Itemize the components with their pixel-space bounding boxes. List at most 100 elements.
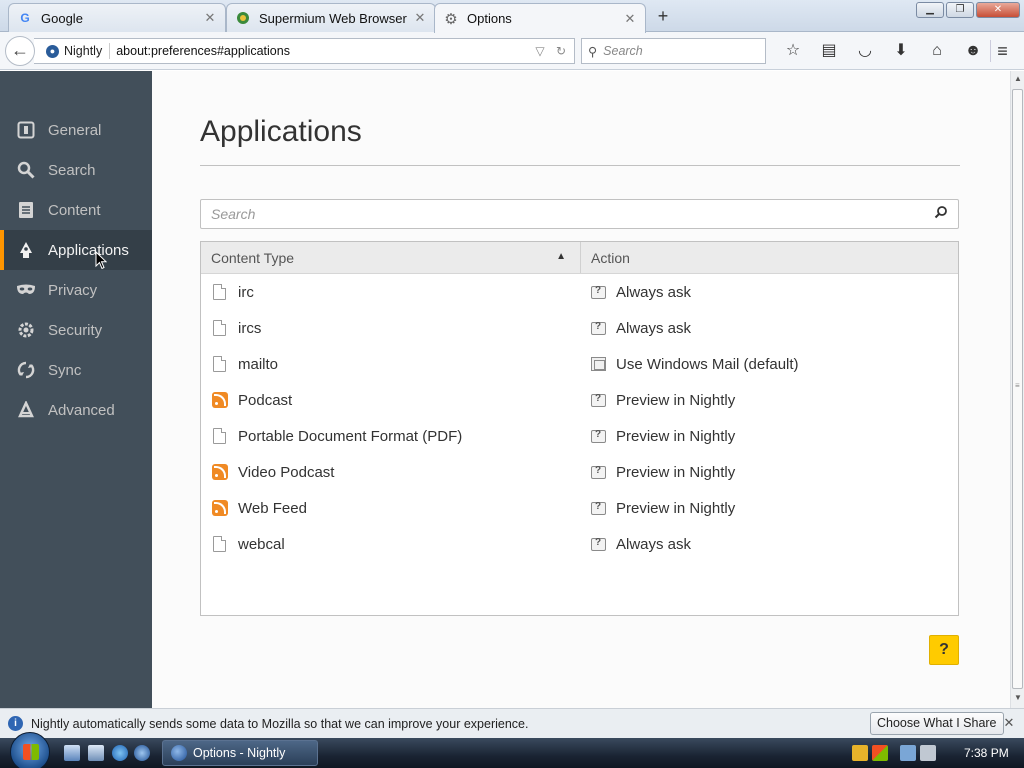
vertical-scrollbar[interactable]: ▲ ≡ ▼ [1010,71,1024,708]
action-value[interactable]: Always ask [616,320,691,337]
taskbar-window-button[interactable]: Options - Nightly [162,740,318,766]
action-value[interactable]: Preview in Nightly [616,392,735,409]
feed-icon [212,392,228,408]
tab-label: Google [41,10,83,26]
volume-muted-icon[interactable] [920,745,936,761]
show-desktop-icon[interactable] [64,745,80,761]
url-bar[interactable]: ● Nightly about:preferences#applications… [34,38,575,64]
table-row[interactable]: irc Always ask [201,274,958,310]
network-icon[interactable] [900,745,916,761]
internet-explorer-icon[interactable] [112,745,128,761]
site-identity[interactable]: ● Nightly [40,43,111,59]
column-header-content-type[interactable]: Content Type ▲ [201,242,581,273]
table-row[interactable]: Portable Document Format (PDF) Preview i… [201,418,958,454]
window-close-button[interactable]: ✕ [976,2,1020,18]
clock[interactable]: 7:38 PM [964,746,1009,760]
action-value[interactable]: Always ask [616,536,691,553]
content-type: Video Podcast [238,463,335,481]
supermium-icon [235,10,251,26]
content-type: webcal [238,535,285,553]
url-input[interactable]: about:preferences#applications [110,44,532,58]
scroll-down-icon[interactable]: ▼ [1011,690,1024,706]
tab-options[interactable]: ⚙ Options ✕ [434,3,646,33]
action-value[interactable]: Preview in Nightly [616,464,735,481]
ask-icon [591,501,606,515]
bookmark-star-icon[interactable]: ☆ [775,40,811,62]
column-header-action[interactable]: Action [581,242,630,273]
home-icon[interactable]: ⌂ [919,40,955,62]
document-icon [213,536,226,552]
pocket-icon[interactable]: ◡ [847,40,883,62]
action-value[interactable]: Preview in Nightly [616,500,735,517]
minimize-button[interactable]: ▁ [916,2,944,18]
document-icon [213,356,226,372]
content-type: irc [238,283,254,301]
help-button[interactable]: ? [929,635,959,665]
hello-chat-icon[interactable]: ☻ [955,40,991,62]
scrollbar-thumb[interactable]: ≡ [1012,89,1023,689]
document-icon [213,320,226,336]
action-value[interactable]: Always ask [616,284,691,301]
sidebar-item-privacy[interactable]: Privacy [0,270,152,310]
content-type: Podcast [238,391,293,409]
switch-windows-icon[interactable] [88,745,104,761]
sidebar-item-label: Content [48,201,101,219]
shield-warning-icon[interactable] [852,745,868,761]
nightly-icon [171,745,187,761]
content-type: Portable Document Format (PDF) [238,427,463,445]
sidebar-item-applications[interactable]: Applications [0,230,152,270]
sidebar-item-general[interactable]: General [0,110,152,150]
table-row[interactable]: ircs Always ask [201,310,958,346]
maximize-button[interactable]: ❐ [946,2,974,18]
start-button[interactable] [10,732,50,768]
close-icon[interactable]: ✕ [203,10,217,26]
table-row[interactable]: Web Feed Preview in Nightly [201,490,958,526]
nightly-launcher-icon[interactable] [134,745,150,761]
search-placeholder: Search [603,44,643,58]
window-controls: ▁ ❐ ✕ [916,2,1020,18]
download-icon[interactable]: ⬇ [883,40,919,62]
close-icon[interactable]: ✕ [1002,715,1016,731]
windows-flag-icon[interactable] [872,745,888,761]
content-type: ircs [238,319,262,337]
table-row[interactable]: Podcast Preview in Nightly [201,382,958,418]
sidebar-item-search[interactable]: Search [0,150,152,190]
action-value[interactable]: Use Windows Mail (default) [616,356,799,373]
sidebar-item-content[interactable]: Content [0,190,152,230]
reading-list-icon[interactable]: ▤ [811,40,847,62]
sidebar-item-label: Privacy [48,281,98,299]
filter-search-input[interactable]: Search [200,199,959,229]
back-button[interactable]: ← [5,36,35,66]
content-icon [16,200,36,220]
close-icon[interactable]: ✕ [413,10,427,26]
table-row[interactable]: webcal Always ask [201,526,958,562]
document-icon [213,428,226,444]
sidebar-item-sync[interactable]: Sync [0,350,152,390]
hamburger-menu-icon[interactable]: ≡ [990,40,1014,62]
tab-google[interactable]: G Google ✕ [8,3,226,32]
action-value[interactable]: Preview in Nightly [616,428,735,445]
tab-label: Options [467,11,512,26]
sidebar-item-label: Advanced [48,401,115,419]
ask-icon [591,465,606,479]
dropdown-arrow-icon[interactable]: ▽ [532,44,548,58]
grip-icon: ≡ [1015,381,1020,390]
preferences-pane: Applications Search Content Type ▲ Actio… [152,71,1010,708]
tab-supermium[interactable]: Supermium Web Browser ✕ [226,3,436,32]
page-title: Applications [200,115,362,148]
document-icon [213,284,226,300]
table-row[interactable]: Video Podcast Preview in Nightly [201,454,958,490]
google-icon: G [20,11,30,25]
table-row[interactable]: mailto Use Windows Mail (default) [201,346,958,382]
new-tab-button[interactable]: + [652,6,674,28]
choose-what-i-share-button[interactable]: Choose What I Share [870,712,1004,735]
search-input[interactable]: ⚲ Search [581,38,766,64]
reload-icon[interactable]: ↻ [553,44,569,58]
sidebar-item-security[interactable]: Security [0,310,152,350]
close-icon[interactable]: ✕ [623,11,637,27]
scroll-up-icon[interactable]: ▲ [1011,71,1024,87]
categories-sidebar: General Search Content Applications Priv… [0,71,152,708]
system-tray [852,738,940,768]
sidebar-item-advanced[interactable]: Advanced [0,390,152,430]
sidebar-item-label: General [48,121,102,139]
